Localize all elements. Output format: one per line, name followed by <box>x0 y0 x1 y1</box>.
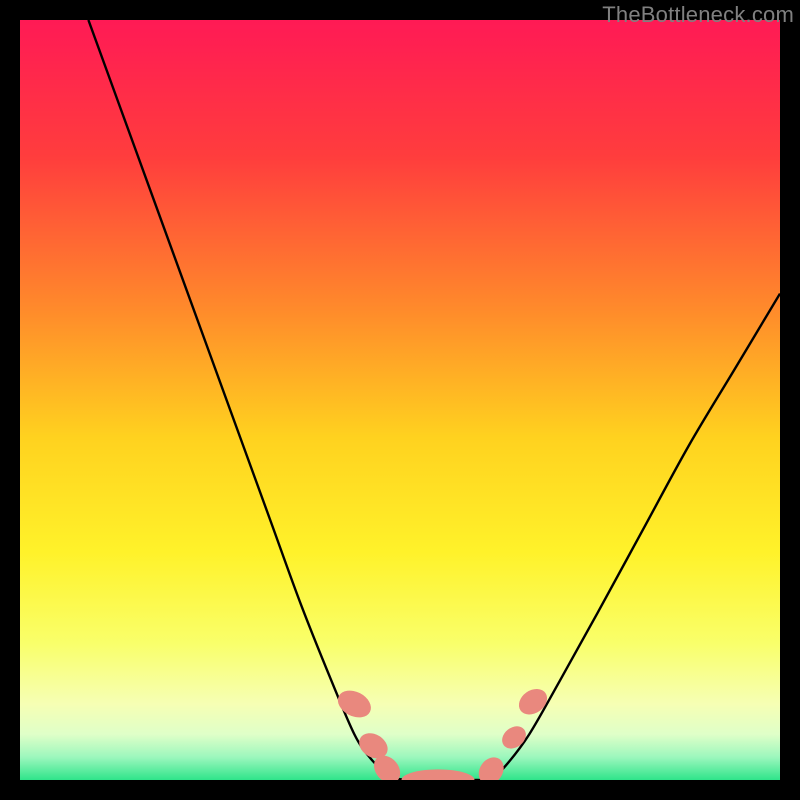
watermark-text: TheBottleneck.com <box>602 2 794 28</box>
bottleneck-chart <box>20 20 780 780</box>
chart-frame <box>20 20 780 780</box>
gradient-background <box>20 20 780 780</box>
